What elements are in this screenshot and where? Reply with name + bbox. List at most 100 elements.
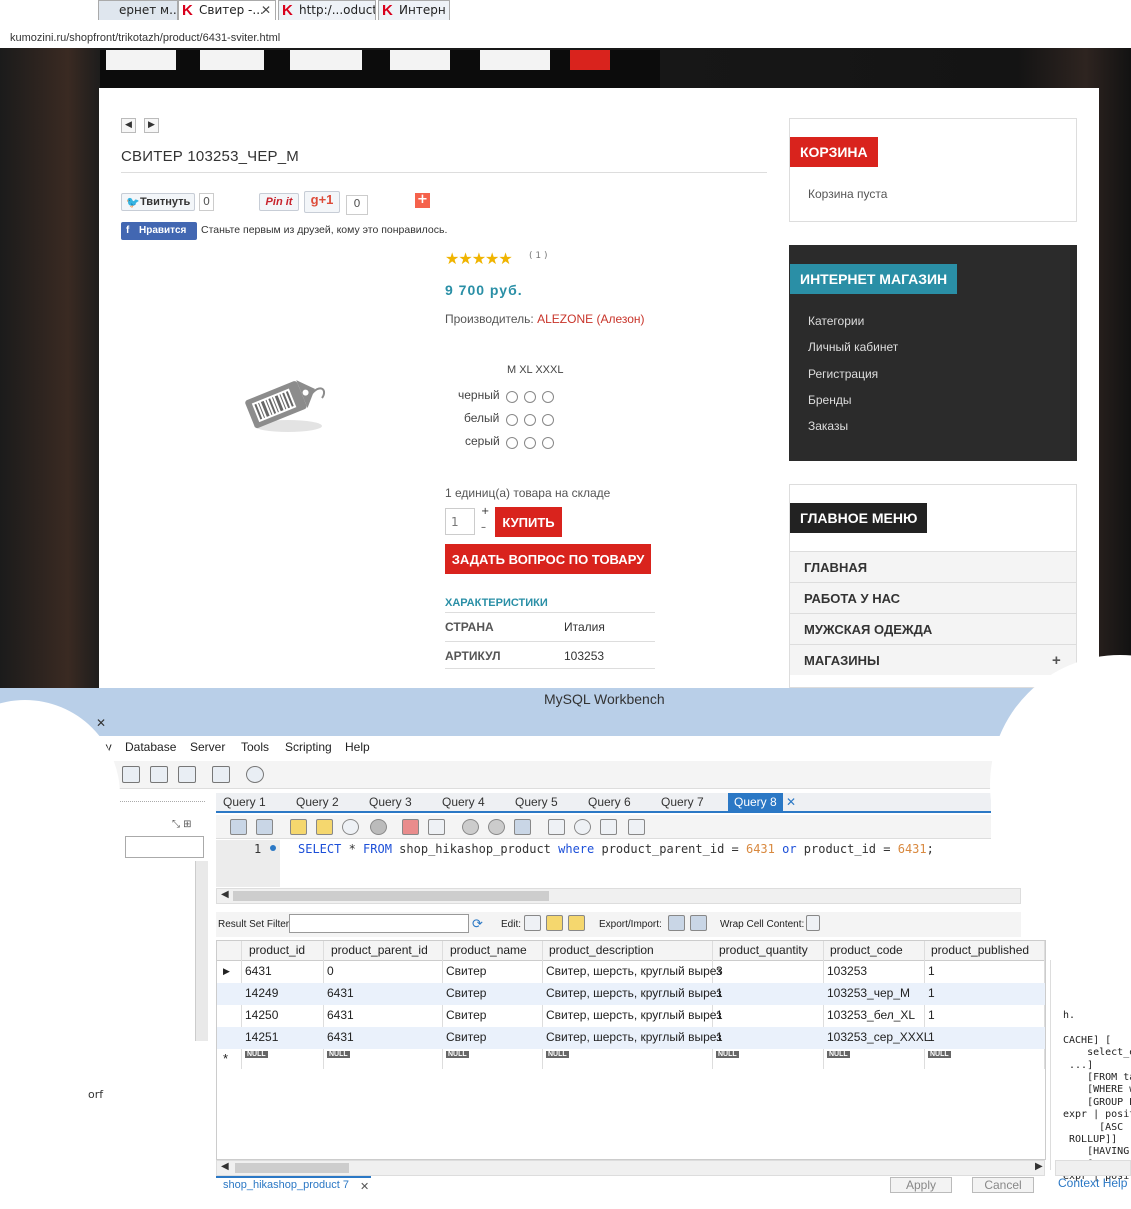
tab-query-4[interactable]: Query 4 — [442, 795, 485, 809]
close-tab-icon[interactable]: ✕ — [261, 1, 271, 19]
rating-stars[interactable]: ★★★★★ — [445, 249, 513, 268]
column-header[interactable]: product_quantity — [719, 943, 808, 957]
result-filter-input[interactable] — [289, 914, 469, 933]
menu-help[interactable]: Help — [345, 740, 370, 754]
variant-radio[interactable] — [542, 391, 554, 403]
wrap-lines-icon[interactable] — [628, 819, 645, 835]
delete-row-icon[interactable] — [568, 915, 585, 931]
cancel-button[interactable]: Cancel — [972, 1177, 1034, 1193]
menu-item-stores[interactable]: МАГАЗИНЫ + — [790, 644, 1076, 675]
table-cell[interactable]: Свитер, шерсть, круглый вырез — [546, 1030, 722, 1044]
column-header[interactable]: product_published — [931, 943, 1029, 957]
table-cell[interactable]: 6431 — [245, 964, 272, 978]
close-tab-icon[interactable]: ✕ — [360, 1180, 369, 1193]
explain-icon[interactable] — [342, 819, 359, 835]
tab-query-8[interactable]: Query 8 — [728, 793, 783, 813]
tab-query-2[interactable]: Query 2 — [296, 795, 339, 809]
menu-scripting[interactable]: Scripting — [285, 740, 332, 754]
scroll-thumb[interactable] — [233, 891, 549, 901]
sql-query-text[interactable]: SELECT * FROM shop_hikashop_product wher… — [298, 842, 934, 856]
result-grid[interactable]: product_id product_parent_id product_nam… — [216, 940, 1046, 1160]
table-cell[interactable]: 1 — [928, 1008, 935, 1022]
link-categories[interactable]: Категории — [808, 314, 864, 328]
table-cell[interactable]: Свитер — [446, 1030, 486, 1044]
close-icon[interactable]: ✕ — [96, 716, 106, 730]
pinterest-button[interactable]: Pin it — [259, 193, 299, 211]
tab-query-1[interactable]: Query 1 — [223, 795, 266, 809]
link-account[interactable]: Личный кабинет — [808, 340, 898, 354]
result-tab[interactable]: shop_hikashop_product 7 ✕ — [216, 1176, 371, 1196]
column-header[interactable]: product_description — [549, 943, 654, 957]
tab-query-7[interactable]: Query 7 — [661, 795, 704, 809]
site-logo[interactable] — [100, 50, 660, 88]
menu-tools[interactable]: Tools — [241, 740, 269, 754]
table-cell[interactable]: 1 — [928, 1030, 935, 1044]
table-row[interactable]: 14249 6431 Свитер Свитер, шерсть, круглый в… — [217, 983, 1045, 1005]
save-icon[interactable] — [256, 819, 273, 835]
table-cell[interactable]: 14251 — [245, 1030, 278, 1044]
quantity-increase[interactable]: + — [481, 506, 489, 517]
link-brands[interactable]: Бренды — [808, 393, 851, 407]
new-view-icon[interactable] — [122, 766, 140, 783]
link-register[interactable]: Регистрация — [808, 367, 878, 381]
google-plus-button[interactable]: g+1 — [304, 191, 340, 213]
find-icon[interactable] — [574, 819, 591, 835]
variant-radio[interactable] — [542, 437, 554, 449]
buy-button[interactable]: КУПИТЬ — [495, 507, 562, 537]
stop-icon[interactable] — [370, 819, 387, 835]
context-help-tab[interactable]: Context Help — [1058, 1176, 1127, 1190]
table-cell[interactable]: 6431 — [327, 1030, 354, 1044]
address-bar[interactable]: kumozini.ru/shopfront/trikotazh/product/… — [0, 28, 1131, 48]
link-orders[interactable]: Заказы — [808, 419, 848, 433]
table-cell[interactable]: 3 — [716, 964, 723, 978]
tab-query-5[interactable]: Query 5 — [515, 795, 558, 809]
table-cell[interactable]: Свитер, шерсть, круглый вырез — [546, 986, 722, 1000]
quantity-decrease[interactable]: – — [481, 522, 486, 533]
new-function-icon[interactable] — [178, 766, 196, 783]
facebook-like-button[interactable]: f Нравится — [121, 222, 197, 240]
table-cell[interactable]: 14249 — [245, 986, 278, 1000]
table-cell[interactable]: Свитер, шерсть, круглый вырез — [546, 964, 722, 978]
menu-database[interactable]: Database — [125, 740, 176, 754]
browser-tab[interactable]: K Интерн — [378, 0, 450, 20]
table-cell[interactable]: 1 — [716, 1008, 723, 1022]
ask-question-button[interactable]: ЗАДАТЬ ВОПРОС ПО ТОВАРУ — [445, 544, 651, 574]
table-cell[interactable]: Свитер, шерсть, круглый вырез — [546, 1008, 722, 1022]
reconnect-icon[interactable] — [246, 766, 264, 783]
quantity-input[interactable]: 1 — [445, 508, 475, 535]
toggle-output-icon[interactable] — [428, 819, 445, 835]
help-hscrollbar[interactable] — [1055, 1160, 1131, 1176]
toggle-error-icon[interactable] — [402, 819, 419, 835]
browser-tab[interactable]: ернет м... — [98, 0, 178, 20]
close-tab-icon[interactable]: ✕ — [786, 795, 796, 809]
import-icon[interactable] — [690, 915, 707, 931]
open-file-icon[interactable] — [230, 819, 247, 835]
search-table-icon[interactable] — [212, 766, 230, 783]
insert-row-icon[interactable] — [546, 915, 563, 931]
variant-radio[interactable] — [506, 437, 518, 449]
variant-radio[interactable] — [506, 414, 518, 426]
table-cell[interactable]: 14250 — [245, 1008, 278, 1022]
variant-radio[interactable] — [524, 437, 536, 449]
grid-hscrollbar[interactable]: ◀ ▶ — [216, 1160, 1045, 1176]
manufacturer-link[interactable]: ALEZONE (Алезон) — [537, 312, 644, 326]
menu-server[interactable]: Server — [190, 740, 225, 754]
column-header[interactable]: product_parent_id — [331, 943, 428, 957]
table-cell[interactable]: 103253_бел_XL — [827, 1008, 915, 1022]
share-plus-icon[interactable]: + — [415, 193, 430, 208]
rollback-icon[interactable] — [488, 819, 505, 835]
table-cell[interactable]: Свитер — [446, 986, 486, 1000]
menu-item-home[interactable]: ГЛАВНАЯ — [790, 551, 1076, 582]
browser-tab[interactable]: K http:/...oduct — [278, 0, 376, 20]
tweet-button[interactable]: 🐦 Твитнуть — [121, 193, 195, 211]
execute-icon[interactable] — [290, 819, 307, 835]
browser-tab-active[interactable]: K Свитер -... ✕ — [178, 0, 276, 20]
navigator-search-input[interactable] — [125, 836, 204, 858]
tab-query-3[interactable]: Query 3 — [369, 795, 412, 809]
table-cell[interactable]: 103253_чер_М — [827, 986, 910, 1000]
variant-radio[interactable] — [542, 414, 554, 426]
table-cell[interactable]: 103253 — [827, 964, 867, 978]
execute-current-icon[interactable] — [316, 819, 333, 835]
table-cell[interactable]: Свитер — [446, 964, 486, 978]
editor-hscrollbar[interactable]: ◀ — [216, 888, 1021, 904]
